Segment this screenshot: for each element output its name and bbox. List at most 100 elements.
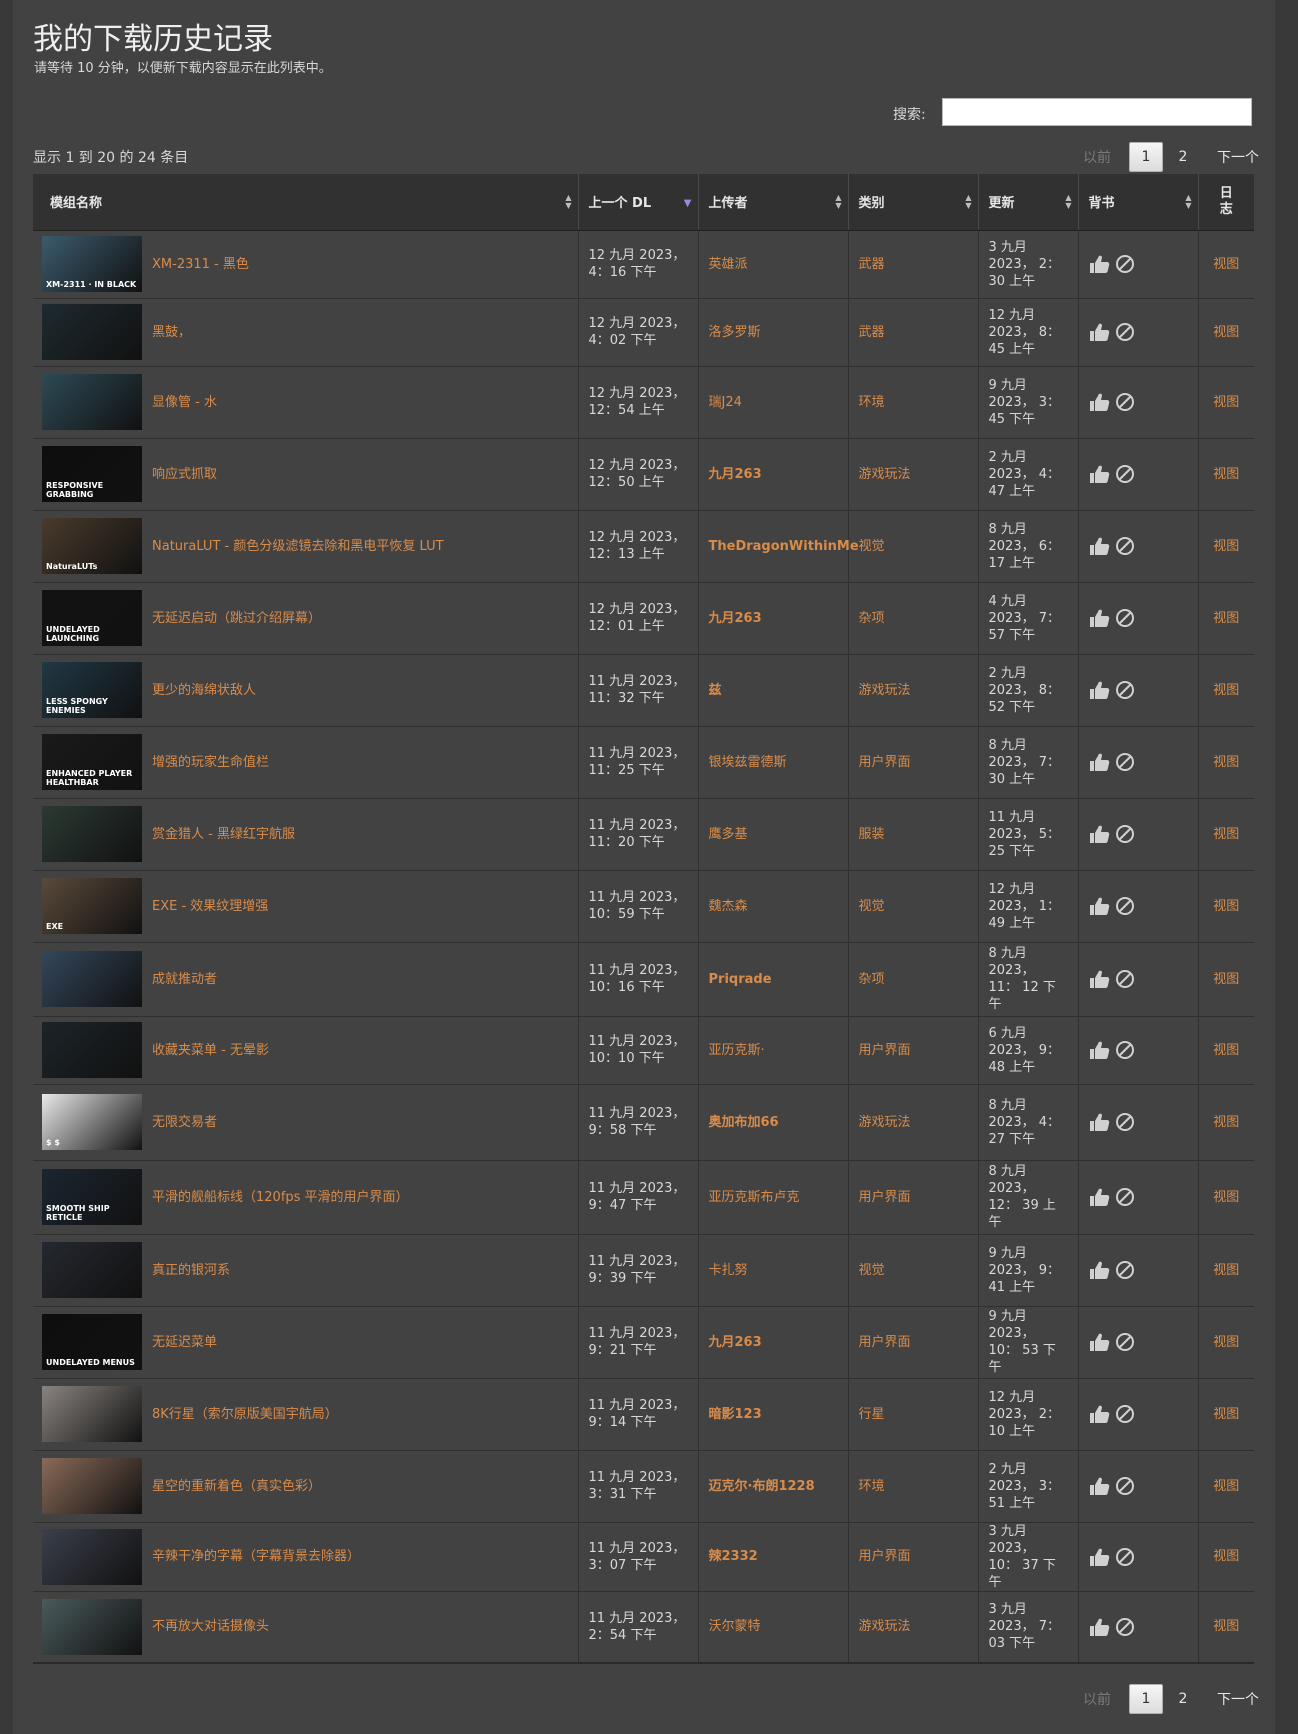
uploader-link[interactable]: 魏杰森 xyxy=(709,899,748,914)
uploader-link[interactable]: 迈克尔·布朗1228 xyxy=(709,1479,815,1494)
column-header-log[interactable]: 日志 xyxy=(1197,174,1254,231)
pagination-page-2[interactable]: 2 xyxy=(1163,1691,1203,1707)
mod-thumbnail[interactable] xyxy=(42,951,142,1007)
mod-thumbnail[interactable] xyxy=(42,1598,142,1655)
mod-name-link[interactable]: 赏金猎人 - 黑绿红宇航服 xyxy=(152,826,295,843)
log-view-link[interactable]: 视图 xyxy=(1213,972,1239,987)
thumbs-up-icon[interactable] xyxy=(1089,1404,1111,1424)
category-link[interactable]: 武器 xyxy=(859,257,885,272)
column-header-mod-name[interactable]: 模组名称 ▲ ▼ xyxy=(33,174,578,231)
no-entry-icon[interactable] xyxy=(1115,536,1135,556)
category-link[interactable]: 环境 xyxy=(859,395,885,410)
log-view-link[interactable]: 视图 xyxy=(1213,1043,1239,1058)
category-link[interactable]: 游戏玩法 xyxy=(859,467,911,482)
mod-name-link[interactable]: 响应式抓取 xyxy=(152,466,217,483)
category-link[interactable]: 用户界面 xyxy=(859,1043,911,1058)
mod-thumbnail[interactable] xyxy=(42,1458,142,1514)
uploader-link[interactable]: 卡扎努 xyxy=(709,1263,748,1278)
mod-name-link[interactable]: 增强的玩家生命值栏 xyxy=(152,754,269,771)
mod-thumbnail[interactable]: SMOOTH SHIP RETICLE xyxy=(42,1169,142,1225)
log-view-link[interactable]: 视图 xyxy=(1213,755,1239,770)
column-header-uploader[interactable]: 上传者 ▲ ▼ xyxy=(697,174,848,231)
thumbs-up-icon[interactable] xyxy=(1089,680,1111,700)
mod-thumbnail[interactable] xyxy=(42,304,142,360)
category-link[interactable]: 视觉 xyxy=(859,899,885,914)
column-header-last-dl[interactable]: 上一个 DL ▼ xyxy=(577,174,698,231)
category-link[interactable]: 视觉 xyxy=(859,1263,885,1278)
category-link[interactable]: 用户界面 xyxy=(859,755,911,770)
mod-name-link[interactable]: 无延迟启动（跳过介绍屏幕） xyxy=(152,610,321,627)
column-header-category[interactable]: 类别 ▲ ▼ xyxy=(847,174,978,231)
mod-thumbnail[interactable] xyxy=(42,1022,142,1078)
mod-thumbnail[interactable]: XM-2311 · IN BLACK xyxy=(42,236,142,292)
thumbs-up-icon[interactable] xyxy=(1089,608,1111,628)
category-link[interactable]: 用户界面 xyxy=(859,1335,911,1350)
no-entry-icon[interactable] xyxy=(1115,1187,1135,1207)
category-link[interactable]: 服装 xyxy=(859,827,885,842)
mod-name-link[interactable]: 平滑的舰船标线（120fps 平滑的用户界面） xyxy=(152,1189,409,1206)
no-entry-icon[interactable] xyxy=(1115,1040,1135,1060)
mod-name-link[interactable]: 星空的重新着色（真实色彩） xyxy=(152,1478,321,1495)
uploader-link[interactable]: 英雄派 xyxy=(709,257,748,272)
mod-thumbnail[interactable]: UNDELAYED LAUNCHING xyxy=(42,590,142,646)
log-view-link[interactable]: 视图 xyxy=(1213,257,1239,272)
log-view-link[interactable]: 视图 xyxy=(1213,611,1239,626)
mod-thumbnail[interactable]: NaturaLUTs xyxy=(42,518,142,574)
pagination-prev[interactable]: 以前 xyxy=(1083,147,1111,167)
pagination-page-2[interactable]: 2 xyxy=(1163,149,1203,165)
mod-name-link[interactable]: XM-2311 - 黑色 xyxy=(152,256,249,273)
no-entry-icon[interactable] xyxy=(1115,1332,1135,1352)
mod-name-link[interactable]: 无延迟菜单 xyxy=(152,1334,217,1351)
uploader-link[interactable]: 鹰多基 xyxy=(709,827,748,842)
thumbs-up-icon[interactable] xyxy=(1089,464,1111,484)
category-link[interactable]: 视觉 xyxy=(859,539,885,554)
mod-name-link[interactable]: NaturaLUT - 颜色分级滤镜去除和黑电平恢复 LUT xyxy=(152,538,444,555)
mod-name-link[interactable]: 辛辣干净的字幕（字幕背景去除器） xyxy=(152,1548,360,1565)
log-view-link[interactable]: 视图 xyxy=(1213,1335,1239,1350)
log-view-link[interactable]: 视图 xyxy=(1213,1479,1239,1494)
mod-name-link[interactable]: 收藏夹菜单 - 无晕影 xyxy=(152,1042,269,1059)
log-view-link[interactable]: 视图 xyxy=(1213,1263,1239,1278)
category-link[interactable]: 游戏玩法 xyxy=(859,683,911,698)
category-link[interactable]: 杂项 xyxy=(859,611,885,626)
uploader-link[interactable]: 辣2332 xyxy=(709,1549,758,1564)
thumbs-up-icon[interactable] xyxy=(1089,1617,1111,1637)
column-header-updated[interactable]: 更新 ▲ ▼ xyxy=(977,174,1078,231)
thumbs-up-icon[interactable] xyxy=(1089,752,1111,772)
no-entry-icon[interactable] xyxy=(1115,824,1135,844)
uploader-link[interactable]: 银埃兹雷德斯 xyxy=(709,755,787,770)
thumbs-up-icon[interactable] xyxy=(1089,1187,1111,1207)
no-entry-icon[interactable] xyxy=(1115,1112,1135,1132)
category-link[interactable]: 环境 xyxy=(859,1479,885,1494)
log-view-link[interactable]: 视图 xyxy=(1213,1407,1239,1422)
no-entry-icon[interactable] xyxy=(1115,1547,1135,1567)
thumbs-up-icon[interactable] xyxy=(1089,392,1111,412)
log-view-link[interactable]: 视图 xyxy=(1213,899,1239,914)
log-view-link[interactable]: 视图 xyxy=(1213,325,1239,340)
pagination-page-1[interactable]: 1 xyxy=(1129,1684,1163,1714)
pagination-next[interactable]: 下一个 xyxy=(1217,1689,1259,1709)
thumbs-up-icon[interactable] xyxy=(1089,969,1111,989)
category-link[interactable]: 游戏玩法 xyxy=(859,1115,911,1130)
mod-name-link[interactable]: 更少的海绵状敌人 xyxy=(152,682,256,699)
log-view-link[interactable]: 视图 xyxy=(1213,467,1239,482)
thumbs-up-icon[interactable] xyxy=(1089,254,1111,274)
mod-thumbnail[interactable]: RESPONSIVE GRABBING xyxy=(42,446,142,502)
log-view-link[interactable]: 视图 xyxy=(1213,827,1239,842)
log-view-link[interactable]: 视图 xyxy=(1213,1549,1239,1564)
log-view-link[interactable]: 视图 xyxy=(1213,1115,1239,1130)
no-entry-icon[interactable] xyxy=(1115,680,1135,700)
category-link[interactable]: 杂项 xyxy=(859,972,885,987)
mod-thumbnail[interactable] xyxy=(42,1528,142,1585)
category-link[interactable]: 行星 xyxy=(859,1407,885,1422)
thumbs-up-icon[interactable] xyxy=(1089,824,1111,844)
log-view-link[interactable]: 视图 xyxy=(1213,1619,1239,1634)
thumbs-up-icon[interactable] xyxy=(1089,1040,1111,1060)
thumbs-up-icon[interactable] xyxy=(1089,1332,1111,1352)
uploader-link[interactable]: 暗影123 xyxy=(709,1407,762,1422)
mod-name-link[interactable]: 8K行星（索尔原版美国宇航局） xyxy=(152,1406,338,1423)
mod-name-link[interactable]: 成就推动者 xyxy=(152,971,217,988)
mod-name-link[interactable]: 显像管 - 水 xyxy=(152,394,217,411)
mod-thumbnail[interactable]: EXE xyxy=(42,878,142,934)
uploader-link[interactable]: 九月263 xyxy=(709,611,762,626)
